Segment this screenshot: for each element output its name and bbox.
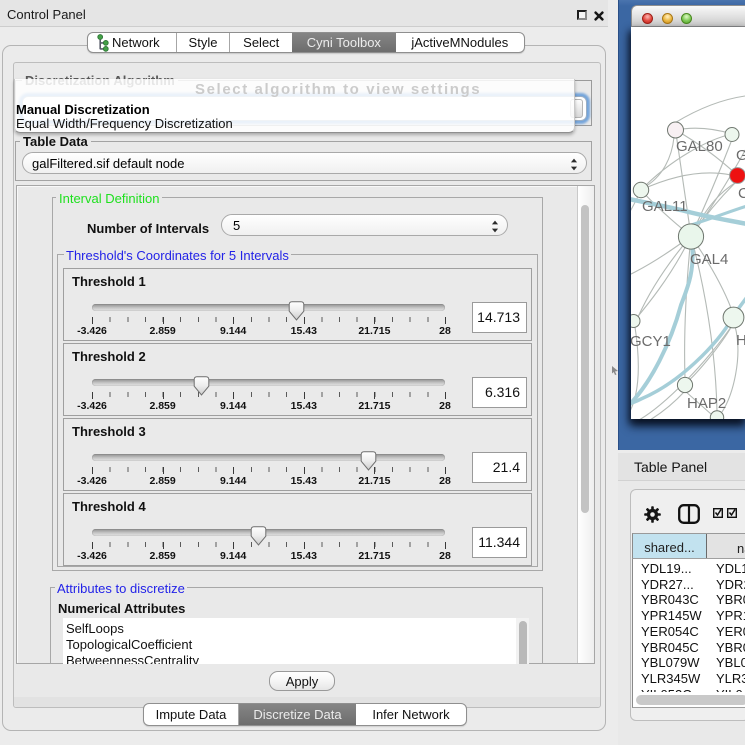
svg-text:GA: GA <box>736 147 745 164</box>
svg-text:H: H <box>736 332 745 349</box>
svg-text:GAL80: GAL80 <box>676 138 723 155</box>
svg-text:GCY1: GCY1 <box>631 333 671 350</box>
svg-text:GAL4: GAL4 <box>690 251 728 268</box>
svg-text:HAP2: HAP2 <box>687 395 726 412</box>
svg-text:GAL11: GAL11 <box>642 198 688 215</box>
svg-text:C: C <box>738 185 745 202</box>
